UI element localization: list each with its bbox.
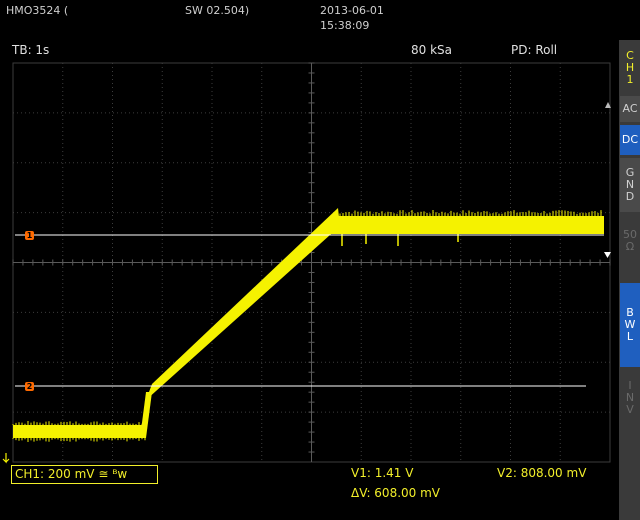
gnd-button[interactable]: G N D: [620, 158, 640, 212]
gnd-letter-d: D: [625, 190, 635, 203]
inv-letter-v: V: [626, 403, 634, 416]
channel-scale-readout: CH1: 200 mV ≅ ᴮ𝗐: [15, 467, 128, 481]
ohm-icon: Ω: [625, 240, 635, 253]
bwl-letter-l: L: [626, 330, 634, 343]
cursor-v2-readout: V2: 808.00 mV: [497, 466, 587, 480]
coupling-ac-button[interactable]: AC: [620, 96, 640, 122]
termination-50-ohm-button[interactable]: 50 Ω: [620, 218, 640, 264]
cursor-delta-readout: ΔV: 608.00 mV: [351, 486, 440, 500]
coupling-ac-label: AC: [622, 102, 638, 115]
cursor-2-marker[interactable]: 2: [25, 382, 34, 391]
channel-status-box[interactable]: CH1: 200 mV ≅ ᴮ𝗐: [11, 465, 158, 484]
coupling-dc-button[interactable]: DC: [620, 125, 640, 155]
channel-selector[interactable]: C H 1: [620, 44, 640, 92]
cursor-1-marker[interactable]: 1: [25, 231, 34, 240]
coupling-dc-label: DC: [621, 133, 639, 146]
cursor-v1-readout: V1: 1.41 V: [351, 466, 414, 480]
ground-reference-icon: [2, 453, 10, 464]
bandwidth-limit-button[interactable]: B W L: [620, 283, 640, 367]
graticule-grid: [12, 62, 611, 463]
invert-button[interactable]: I N V: [620, 372, 640, 424]
waveform-display[interactable]: [0, 0, 619, 520]
channel-number: 1: [626, 73, 634, 86]
ch1-waveform-trace: [12, 208, 604, 442]
